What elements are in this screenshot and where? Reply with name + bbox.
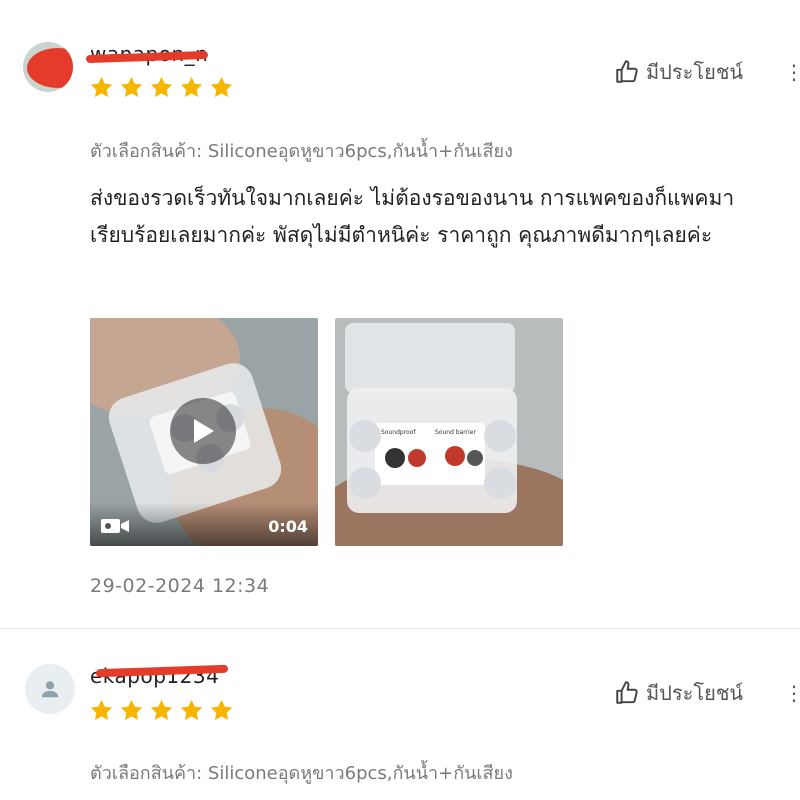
review-card: ekapop1234 มีประโยชน์ ⋮ ตัวเลือกสินค้า: …	[0, 630, 800, 800]
play-button[interactable]	[170, 398, 236, 464]
review-date: 29-02-2024 12:34	[90, 575, 270, 597]
redaction-mark	[27, 48, 73, 88]
thumbs-up-icon	[616, 60, 638, 83]
star-icon	[210, 699, 233, 720]
helpful-label: มีประโยชน์	[646, 681, 744, 705]
user-avatar[interactable]	[23, 42, 73, 92]
card-text-2: Sound barrier	[435, 429, 476, 436]
video-duration: 0:04	[268, 517, 308, 536]
review-card: wanapon_n มีประโยชน์ ⋮ ตัวเลือกสินค้า: S…	[0, 0, 800, 630]
star-icon	[150, 699, 173, 720]
helpful-button[interactable]: มีประโยชน์	[614, 677, 743, 709]
review-divider	[0, 628, 800, 629]
star-icon	[120, 699, 143, 720]
user-avatar[interactable]	[25, 664, 75, 714]
video-camera-icon	[101, 519, 129, 533]
review-video-thumbnail[interactable]: 0:04	[90, 318, 318, 546]
helpful-label: มีประโยชน์	[646, 60, 744, 84]
rating-stars	[89, 698, 234, 723]
product-variant: ตัวเลือกสินค้า: Siliconeอุดหูขาว6pcs,กัน…	[90, 141, 513, 162]
helpful-button[interactable]: มีประโยชน์	[614, 56, 743, 88]
star-icon	[180, 76, 203, 97]
star-icon	[90, 76, 113, 97]
product-variant: ตัวเลือกสินค้า: Siliconeอุดหูขาว6pcs,กัน…	[90, 763, 513, 784]
more-options-button[interactable]: ⋮	[784, 60, 800, 84]
review-photo-thumbnail[interactable]: Soundproof Sound barrier	[335, 318, 563, 546]
play-icon	[194, 419, 214, 443]
star-icon	[90, 699, 113, 720]
rating-stars	[89, 75, 234, 100]
star-icon	[180, 699, 203, 720]
more-options-button[interactable]: ⋮	[784, 681, 800, 705]
star-icon	[210, 76, 233, 97]
star-icon	[120, 76, 143, 97]
thumbs-up-icon	[616, 681, 638, 704]
person-icon	[41, 681, 59, 698]
star-icon	[150, 76, 173, 97]
card-text-1: Soundproof	[381, 429, 416, 436]
review-comment: ส่งของรวดเร็วทันใจมากเลยค่ะ ไม่ต้องรอของ…	[90, 186, 735, 247]
